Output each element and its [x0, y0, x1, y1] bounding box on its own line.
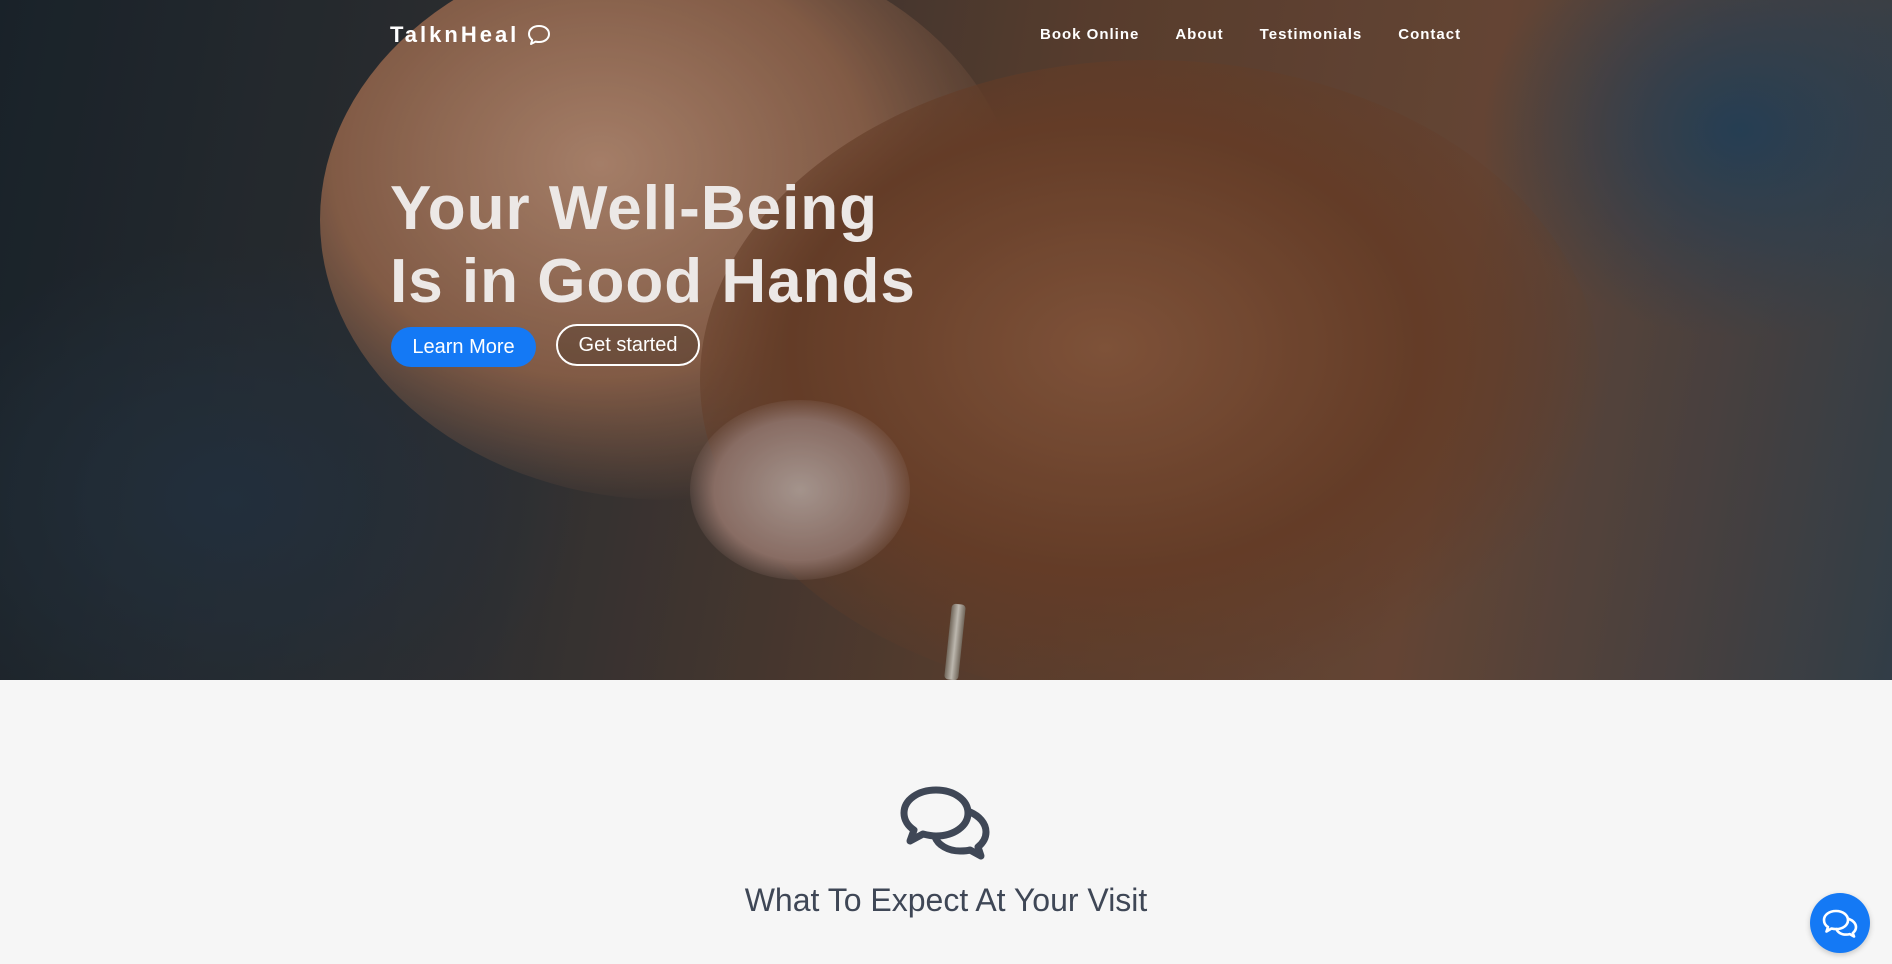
nav-item-testimonials[interactable]: Testimonials [1260, 26, 1363, 43]
hero-overlay [0, 0, 1892, 680]
learn-more-button[interactable]: Learn More [391, 327, 536, 367]
get-started-button[interactable]: Get started [556, 324, 700, 366]
top-nav: TalknHeal Book Online About Testimonials… [0, 0, 1892, 74]
chat-widget-button[interactable] [1810, 893, 1870, 953]
nav-item-book-online[interactable]: Book Online [1040, 26, 1139, 43]
chat-bubbles-icon [1822, 909, 1858, 938]
chat-bubble-icon [528, 25, 551, 45]
nav-item-contact[interactable]: Contact [1398, 26, 1461, 43]
brand-logo[interactable]: TalknHeal [390, 22, 551, 48]
section-title: What To Expect At Your Visit [744, 882, 1148, 918]
chat-bubbles-icon [900, 786, 990, 860]
nav-item-about[interactable]: About [1175, 26, 1223, 43]
hero-headline: Your Well-Being Is in Good Hands [390, 172, 916, 318]
hero-headline-line1: Your Well-Being [390, 174, 879, 243]
brand-name: TalknHeal [390, 22, 520, 47]
hero-headline-line2: Is in Good Hands [390, 247, 916, 316]
expect-section: What To Expect At Your Visit [0, 680, 1892, 964]
nav-links: Book Online About Testimonials Contact [1040, 26, 1461, 43]
hero-section: TalknHeal Book Online About Testimonials… [0, 0, 1892, 680]
